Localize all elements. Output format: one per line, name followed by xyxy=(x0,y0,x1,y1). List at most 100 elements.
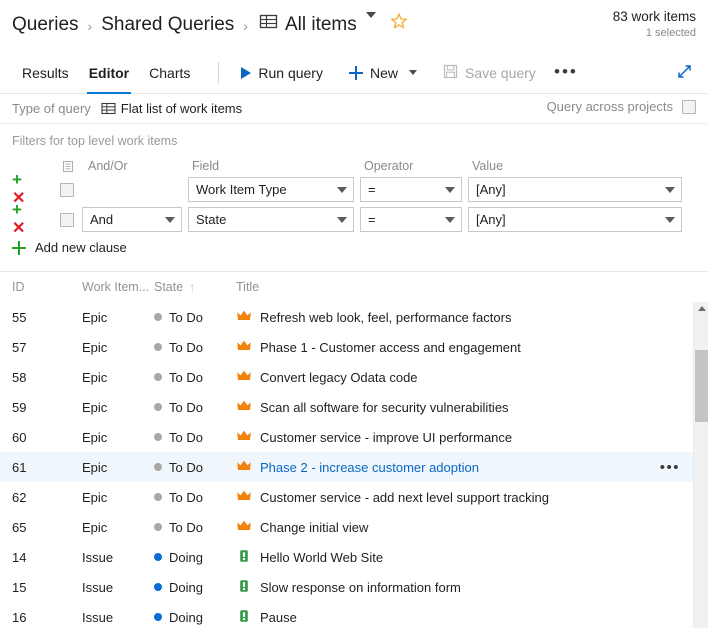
delete-clause-icon[interactable]: ✕ xyxy=(12,220,34,237)
table-row[interactable]: 16 Issue Doing Pause xyxy=(0,602,708,632)
filter-row-checkbox[interactable] xyxy=(60,212,74,227)
cell-work-item-type: Epic xyxy=(82,309,108,325)
query-across-projects[interactable]: Query across projects xyxy=(547,99,696,114)
field-select-value: State xyxy=(196,212,227,227)
breadcrumb-shared-queries[interactable]: Shared Queries xyxy=(101,12,234,38)
results-grid-body: 55 Epic To Do Refresh web look, feel, perfo… xyxy=(0,302,708,632)
state-dot-icon xyxy=(154,433,162,441)
scrollbar-thumb[interactable] xyxy=(695,350,708,422)
results-grid-header: ID Work Item... State ↑ Title xyxy=(0,272,708,302)
chevron-down-icon[interactable] xyxy=(365,12,376,18)
query-across-projects-label: Query across projects xyxy=(546,99,673,114)
state-dot-icon xyxy=(154,373,162,381)
breadcrumb-queries[interactable]: Queries xyxy=(12,12,79,38)
table-row[interactable]: 61 Epic To Do Phase 2 - increase customer a… xyxy=(0,452,708,482)
work-item-count: 83 work items 1 selected xyxy=(613,8,696,41)
filters-header-row: And/Or Field Operator Value xyxy=(0,156,708,176)
column-header-state-label: State xyxy=(154,280,184,294)
cell-work-item-type: Epic xyxy=(82,399,108,415)
andor-column-header: And/Or xyxy=(88,159,128,173)
epic-crown-icon xyxy=(236,398,252,417)
table-row[interactable]: 65 Epic To Do Change initial view xyxy=(0,512,708,542)
save-query-button[interactable]: Save query xyxy=(435,58,544,88)
field-select[interactable]: State xyxy=(188,207,354,232)
cell-title-text: Convert legacy Odata code xyxy=(260,369,418,385)
operator-select[interactable]: = xyxy=(360,207,462,232)
table-row[interactable]: 58 Epic To Do Convert legacy Odata code xyxy=(0,362,708,392)
tab-results[interactable]: Results xyxy=(12,52,79,94)
filter-row-checkbox[interactable] xyxy=(60,182,74,197)
tab-editor[interactable]: Editor xyxy=(79,52,139,94)
query-type-label: Type of query xyxy=(12,101,91,116)
cell-work-item-type: Issue xyxy=(82,609,114,625)
chevron-down-icon xyxy=(665,216,675,223)
operator-select[interactable]: = xyxy=(360,177,462,202)
cell-state-label: To Do xyxy=(169,339,203,355)
query-across-projects-checkbox[interactable] xyxy=(682,99,696,114)
filter-clause-row: + ✕ And State = [Any] xyxy=(0,201,708,237)
add-clause-icon[interactable]: + xyxy=(12,171,34,188)
column-header-work-item-type[interactable]: Work Item... xyxy=(82,280,154,294)
field-select-value: Work Item Type xyxy=(196,182,287,197)
table-row[interactable]: 60 Epic To Do Customer service - improve UI… xyxy=(0,422,708,452)
cell-state-label: To Do xyxy=(169,519,203,535)
column-header-title[interactable]: Title xyxy=(236,280,708,294)
cell-state: Doing xyxy=(154,580,236,595)
scroll-up-arrow-icon[interactable] xyxy=(698,306,706,311)
field-select[interactable]: Work Item Type xyxy=(188,177,354,202)
run-query-button[interactable]: Run query xyxy=(233,58,331,88)
row-context-menu-button[interactable]: ••• xyxy=(660,459,680,476)
table-row[interactable]: 15 Issue Doing Slow response on information… xyxy=(0,572,708,602)
andor-select-value: And xyxy=(90,212,114,227)
cell-id: 57 xyxy=(12,339,27,355)
cell-state-label: To Do xyxy=(169,309,203,325)
cell-state: To Do xyxy=(154,370,236,385)
cell-state-label: To Do xyxy=(169,489,203,505)
cell-work-item-type: Epic xyxy=(82,519,108,535)
add-new-clause-button[interactable]: Add new clause xyxy=(0,240,708,255)
andor-select[interactable]: And xyxy=(82,207,182,232)
list-lines-icon xyxy=(60,159,82,174)
breadcrumb-header: Queries › Shared Queries › All items 83 … xyxy=(0,0,708,52)
favorite-star-icon[interactable] xyxy=(390,12,408,35)
breadcrumb-current-query[interactable]: All items xyxy=(285,12,357,38)
cell-state: To Do xyxy=(154,340,236,355)
add-clause-icon[interactable]: + xyxy=(12,201,34,218)
epic-crown-icon xyxy=(236,458,252,477)
epic-crown-icon xyxy=(236,518,252,537)
tab-charts[interactable]: Charts xyxy=(139,52,200,94)
column-header-id[interactable]: ID xyxy=(12,280,82,294)
expand-diagonal-icon[interactable] xyxy=(675,62,694,86)
run-query-label: Run query xyxy=(258,64,323,81)
new-button[interactable]: New xyxy=(341,58,425,88)
add-new-clause-label: Add new clause xyxy=(35,240,127,255)
cell-id: 15 xyxy=(12,579,27,595)
cell-state-label: Doing xyxy=(169,579,203,595)
value-select[interactable]: [Any] xyxy=(468,177,682,202)
column-header-state[interactable]: State ↑ xyxy=(154,280,236,294)
chevron-down-icon xyxy=(165,216,175,223)
table-row[interactable]: 55 Epic To Do Refresh web look, feel, perfo… xyxy=(0,302,708,332)
save-disk-icon xyxy=(443,64,458,82)
epic-crown-icon xyxy=(236,428,252,447)
cell-title-text: Customer service - improve UI performanc… xyxy=(260,429,513,445)
table-row[interactable]: 57 Epic To Do Phase 1 - Customer access and… xyxy=(0,332,708,362)
table-row[interactable]: 14 Issue Doing Hello World Web Site xyxy=(0,542,708,572)
operator-column-header: Operator xyxy=(364,159,414,173)
chevron-down-icon xyxy=(445,216,455,223)
query-type-value[interactable]: Flat list of work items xyxy=(101,101,242,117)
issue-green-icon xyxy=(236,548,252,567)
grid-scrollbar[interactable] xyxy=(693,302,708,628)
cell-state-label: To Do xyxy=(169,429,203,445)
work-item-count-text: 83 work items xyxy=(612,9,696,24)
value-select-value: [Any] xyxy=(476,212,506,227)
cell-title-text: Scan all software for security vulnerabi… xyxy=(260,399,509,415)
cell-state-label: To Do xyxy=(169,459,203,475)
cell-title-text: Hello World Web Site xyxy=(260,549,384,565)
chevron-down-icon xyxy=(665,186,675,193)
value-select[interactable]: [Any] xyxy=(468,207,682,232)
value-select-value: [Any] xyxy=(476,182,506,197)
more-options-button[interactable]: ••• xyxy=(554,63,578,81)
table-row[interactable]: 59 Epic To Do Scan all software for securit… xyxy=(0,392,708,422)
table-row[interactable]: 62 Epic To Do Customer service - add next l… xyxy=(0,482,708,512)
